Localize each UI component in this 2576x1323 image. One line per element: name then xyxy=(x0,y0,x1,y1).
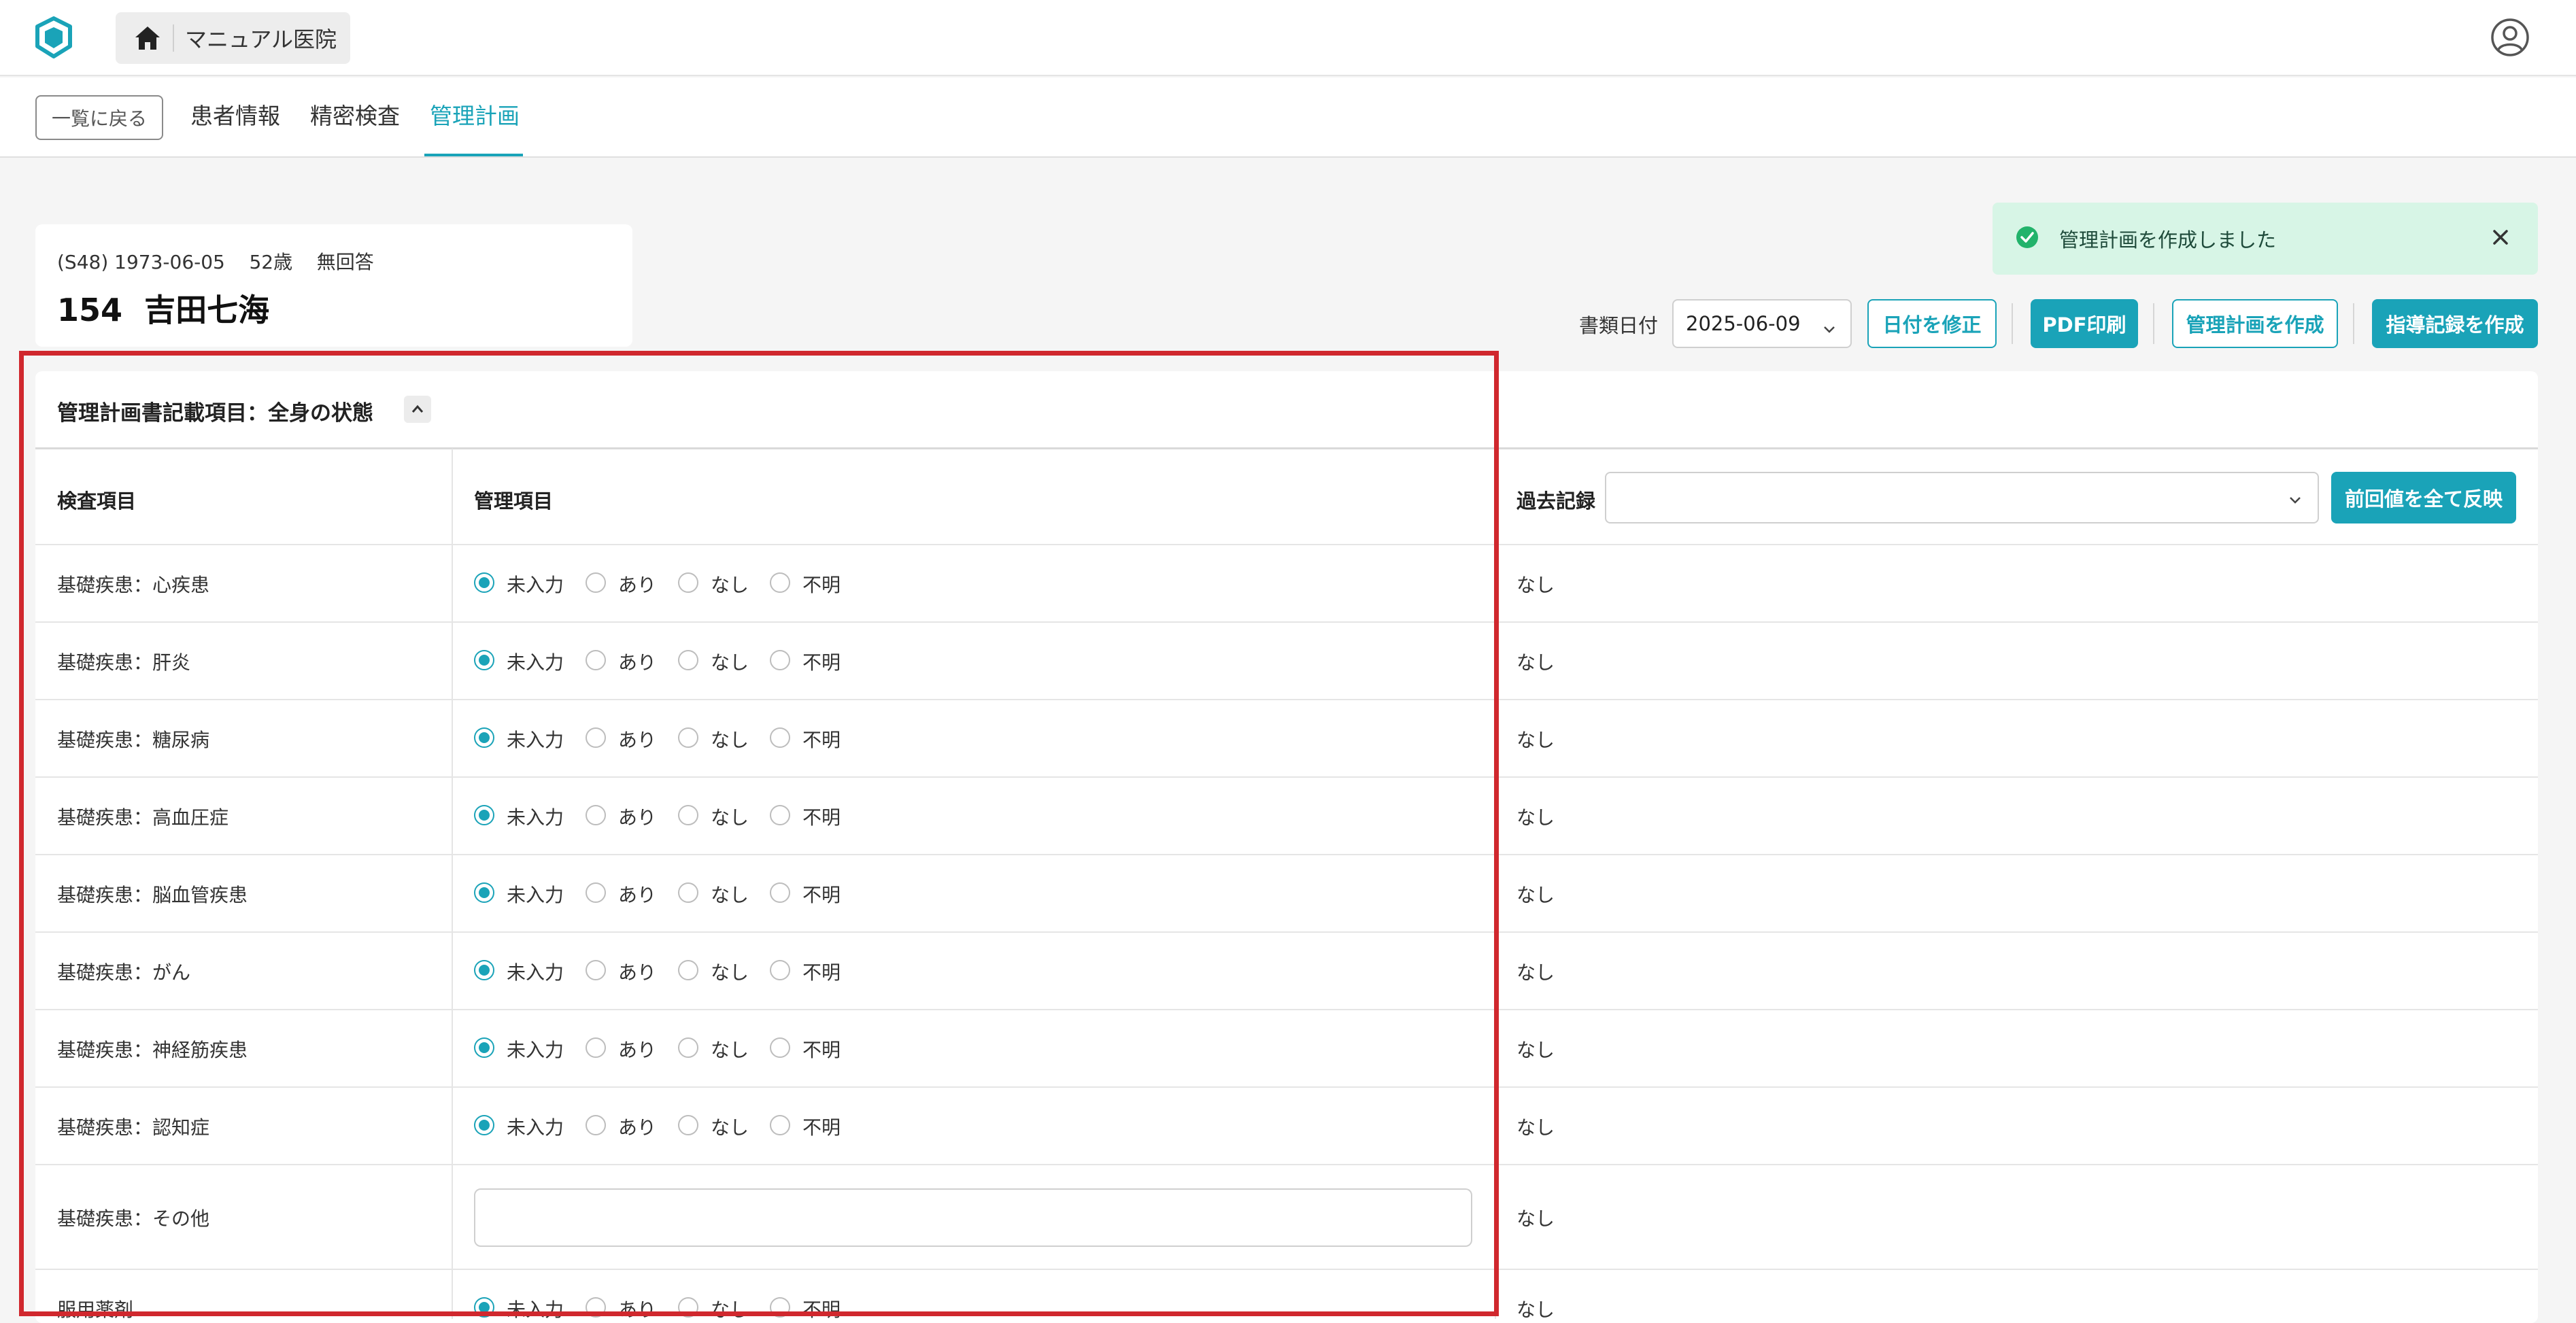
past-record-value: なし xyxy=(1516,651,1555,674)
home-icon xyxy=(133,24,162,52)
document-date-value: 2025-06-09 xyxy=(1686,312,1801,335)
create-plan-button[interactable]: 管理計画を作成 xyxy=(2172,299,2338,348)
close-icon[interactable] xyxy=(2489,226,2512,249)
back-to-list-button[interactable]: 一覧に戻る xyxy=(35,95,163,140)
past-record-value: なし xyxy=(1516,1207,1555,1230)
past-record-value: なし xyxy=(1516,961,1555,984)
divider xyxy=(2153,303,2154,344)
patient-gender: 無回答 xyxy=(316,251,374,273)
shield-logo-icon[interactable] xyxy=(33,16,75,58)
past-record-value: なし xyxy=(1516,729,1555,751)
past-record-value: なし xyxy=(1516,806,1555,829)
tab-management-plan[interactable]: 管理計画 xyxy=(430,101,520,141)
past-record-value: なし xyxy=(1516,574,1555,596)
patient-id: 154 xyxy=(57,292,123,328)
user-circle-icon[interactable] xyxy=(2490,18,2530,57)
chevron-down-icon xyxy=(2288,492,2303,507)
divider xyxy=(173,24,174,52)
fix-date-button[interactable]: 日付を修正 xyxy=(1867,299,1997,348)
apply-previous-all-button[interactable]: 前回値を全て反映 xyxy=(2331,472,2516,523)
patient-name: 吉田七海 xyxy=(144,292,270,328)
patient-meta: (S48) 1973-06-05 52歳 無回答 xyxy=(57,247,374,275)
check-circle-icon xyxy=(2015,225,2039,250)
pdf-print-button[interactable]: PDF印刷 xyxy=(2031,299,2138,348)
clinic-selector[interactable]: マニュアル医院 xyxy=(116,12,350,64)
divider xyxy=(2012,303,2013,344)
patient-title: 154 吉田七海 xyxy=(57,286,269,330)
clinic-name: マニュアル医院 xyxy=(185,27,337,52)
column-header-past: 過去記録 xyxy=(1516,489,1596,513)
toast-message: 管理計画を作成しました xyxy=(2059,228,2277,252)
divider xyxy=(2353,303,2354,344)
tab-patient-info[interactable]: 患者情報 xyxy=(190,101,280,141)
tab-detailed-exam[interactable]: 精密検査 xyxy=(310,101,400,141)
past-record-value: なし xyxy=(1516,884,1555,906)
past-record-select[interactable] xyxy=(1605,472,2319,523)
create-record-button[interactable]: 指導記録を作成 xyxy=(2372,299,2538,348)
top-header xyxy=(0,0,2576,76)
past-record-value: なし xyxy=(1516,1039,1555,1061)
past-record-value: なし xyxy=(1516,1299,1555,1321)
chevron-down-icon xyxy=(1822,318,1837,333)
patient-age: 52歳 xyxy=(249,251,293,273)
highlight-box xyxy=(19,351,1499,1316)
past-record-value: なし xyxy=(1516,1116,1555,1139)
document-date-select[interactable]: 2025-06-09 xyxy=(1672,299,1852,348)
patient-birthdate: (S48) 1973-06-05 xyxy=(57,251,225,273)
document-date-label: 書類日付 xyxy=(1579,314,1659,337)
active-tab-indicator xyxy=(424,154,523,156)
